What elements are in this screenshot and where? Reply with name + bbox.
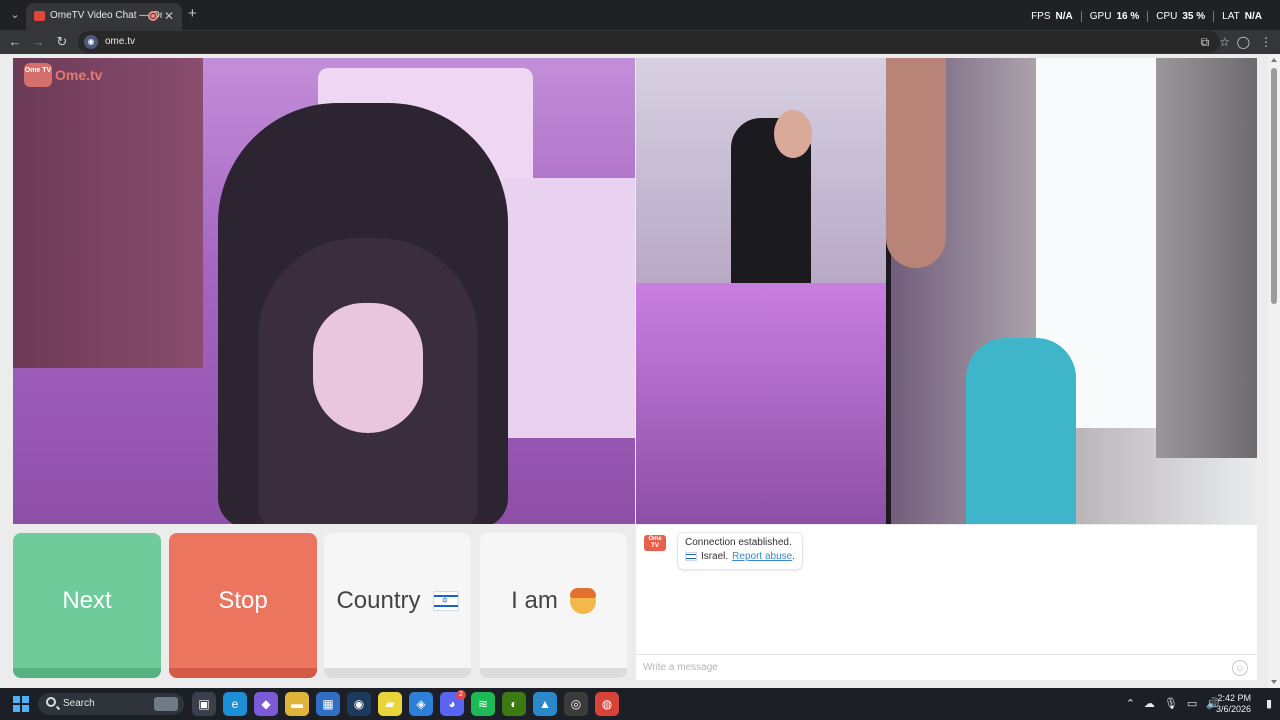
photos-icon[interactable]: ▲ (533, 692, 557, 716)
ometv-logo: Ome TV Ome.tv (24, 63, 102, 87)
tab-title: OmeTV Video Chat — Ome (50, 10, 162, 21)
clock-time: 2:42 PM (1217, 693, 1251, 703)
search-label: Search (63, 698, 95, 709)
ometv-chat-icon: Ome TV (644, 535, 666, 551)
browser-tab-strip: ⌄ OmeTV Video Chat — Ome ✕ + FPS N/A GPU 1… (0, 0, 1280, 30)
system-message-bubble: Connection established. Israel. Report a… (677, 532, 803, 570)
obs-icon[interactable]: ◎ (564, 692, 588, 716)
edge-icon[interactable]: e (223, 692, 247, 716)
israel-flag-icon (685, 552, 697, 561)
address-bar[interactable]: ◉ ome.tv (78, 31, 1220, 53)
scroll-thumb[interactable] (1271, 68, 1277, 304)
bookmark-star-icon[interactable]: ☆ (1219, 35, 1230, 50)
forward-button[interactable]: → (29, 33, 47, 51)
performance-overlay: FPS N/A GPU 16 % CPU 35 % LAT N/A (1023, 11, 1270, 22)
report-abuse-link[interactable]: Report abuse (732, 551, 792, 562)
profile-menu: ◯ ⋮ (1237, 35, 1272, 49)
install-app-icon[interactable]: ⧉ (1201, 35, 1210, 50)
gpu-stat: GPU 16 % (1080, 11, 1147, 22)
microphone-icon[interactable]: 🎙 (1164, 697, 1178, 710)
chat-panel: Ome TV Connection established. Israel. R… (636, 525, 1257, 680)
scroll-down-arrow-icon[interactable] (1271, 680, 1277, 684)
local-video-feed: Ome TV Ome.tv (13, 58, 635, 524)
stop-label: Stop (218, 586, 268, 614)
remote-video-feed (636, 58, 1257, 524)
notification-center-icon[interactable]: ▮ (1266, 697, 1272, 710)
onedrive-icon[interactable]: ☁ (1144, 697, 1155, 710)
site-info-icon[interactable]: ◉ (84, 35, 98, 49)
search-highlight-image (154, 697, 178, 711)
country-selector-button[interactable]: Country ✡ (324, 533, 471, 678)
i-am-label: I am (511, 586, 558, 614)
tab-ometv[interactable]: OmeTV Video Chat — Ome ✕ (26, 3, 182, 30)
country-label: Country (336, 586, 421, 614)
url-text: ome.tv (105, 36, 136, 47)
task-view-icon[interactable]: ▣ (192, 692, 216, 716)
ometv-favicon-icon (34, 11, 45, 21)
file-explorer-icon[interactable]: ▬ (285, 692, 309, 716)
connection-status-text: Connection established. (685, 537, 792, 548)
back-button[interactable]: ← (6, 33, 24, 51)
recording-indicator-icon (148, 11, 158, 21)
steam-icon[interactable]: ◉ (347, 692, 371, 716)
partner-country-text: Israel. (700, 551, 729, 562)
network-icon[interactable]: ▭ (1187, 697, 1197, 710)
store-icon[interactable]: ▦ (316, 692, 340, 716)
profile-icon[interactable]: ◯ (1237, 35, 1250, 49)
notification-badge: 2 (456, 690, 466, 700)
taskbar-apps: ▣ e ◆ ▬ ▦ ◉ ▰ ◈ ◕ 2 ≋ ◐ ▲ ◎ ◍ (192, 690, 619, 716)
search-icon (46, 697, 56, 707)
logo-text: Ome.tv (55, 67, 103, 83)
reload-button[interactable]: ↻ (53, 33, 71, 51)
bitwarden-icon[interactable]: ◈ (409, 692, 433, 716)
new-tab-button[interactable]: + (188, 5, 197, 22)
start-button-icon[interactable] (13, 696, 29, 712)
emoji-picker-button[interactable]: ☺ (1232, 660, 1248, 676)
page-viewport: Ome TV Ome.tv Next Stop Country ✡ I am O… (0, 54, 1280, 688)
chrome-icon[interactable]: ◍ (595, 692, 619, 716)
browser-menu-icon[interactable]: ⋮ (1260, 35, 1272, 49)
page-scrollbar[interactable] (1268, 54, 1280, 688)
cpu-stat: CPU 35 % (1147, 11, 1213, 22)
taskbar-search[interactable]: Search (38, 693, 184, 715)
boy-emoji-icon (569, 587, 596, 614)
nvidia-icon[interactable]: ◐ (502, 692, 526, 716)
system-tray: ⌃ ☁ 🎙 ▭ 🔊 (1126, 697, 1220, 710)
next-label: Next (62, 586, 112, 614)
latency-stat: LAT N/A (1213, 11, 1270, 22)
copilot-icon[interactable]: ◆ (254, 692, 278, 716)
scroll-up-arrow-icon[interactable] (1271, 58, 1277, 62)
gender-selector-button[interactable]: I am (480, 533, 627, 678)
tab-close-button[interactable]: ✕ (164, 9, 174, 23)
sticky-notes-icon[interactable]: ▰ (378, 692, 402, 716)
windows-taskbar: Search ▣ e ◆ ▬ ▦ ◉ ▰ ◈ ◕ 2 ≋ ◐ ▲ ◎ ◍ ⌃ ☁ 🎙 ▭ 🔊 2:42 PM 3/6… (0, 688, 1280, 720)
discord-icon[interactable]: ◕ 2 (440, 690, 466, 716)
stop-button[interactable]: Stop (169, 533, 317, 678)
spotify-icon[interactable]: ≋ (471, 692, 495, 716)
ometv-tv-icon: Ome TV (24, 63, 52, 87)
browser-toolbar: ← → ↻ ◉ ome.tv ⧉ ☆ ◯ ⋮ (0, 30, 1280, 54)
clock[interactable]: 2:42 PM 3/6/2026 (1216, 693, 1251, 715)
next-button[interactable]: Next (13, 533, 161, 678)
show-hidden-icons-icon[interactable]: ⌃ (1126, 697, 1135, 710)
tab-search-button[interactable]: ⌄ (6, 6, 24, 24)
message-input-bar: ☺ (636, 654, 1257, 680)
clock-date: 3/6/2026 (1215, 704, 1251, 714)
message-input[interactable] (636, 655, 1196, 679)
omnibox-actions: ⧉ ☆ (1201, 35, 1230, 50)
israel-flag-icon: ✡ (432, 590, 459, 611)
fps-stat: FPS N/A (1031, 11, 1073, 22)
